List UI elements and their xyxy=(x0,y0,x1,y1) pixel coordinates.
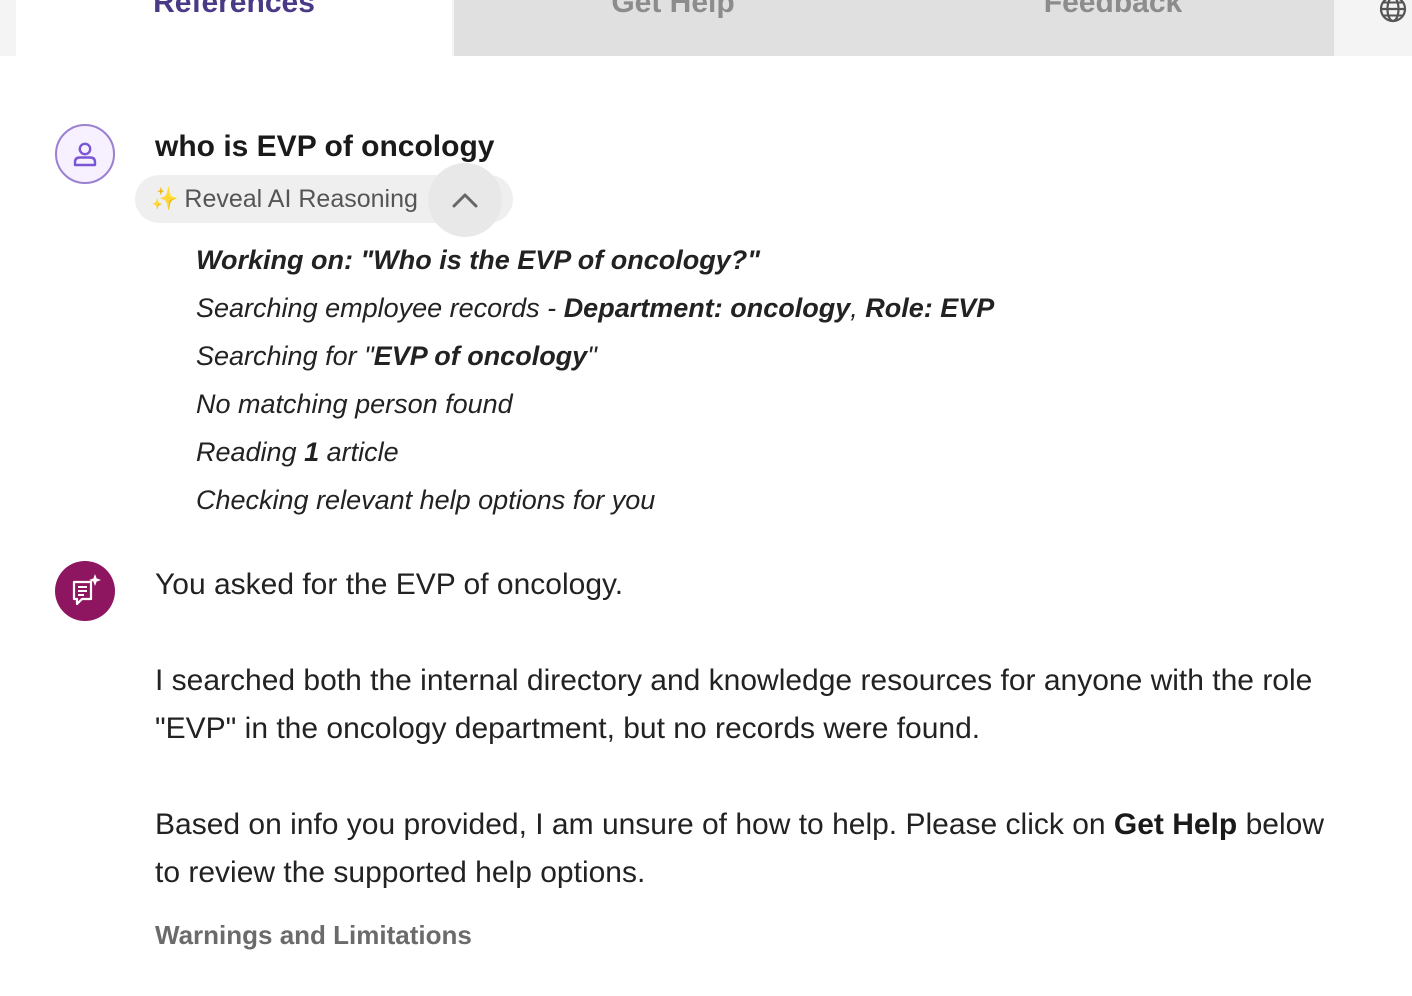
language-button[interactable] xyxy=(1376,0,1410,26)
reasoning-step: Working on: "Who is the EVP of oncology?… xyxy=(196,236,994,284)
ai-chat-icon xyxy=(72,574,101,606)
search-records-separator: , xyxy=(850,293,866,323)
reasoning-step: Searching employee records - Department:… xyxy=(196,284,994,332)
chevron-up-icon xyxy=(452,193,478,208)
globe-icon xyxy=(1379,0,1407,23)
reading-suffix: article xyxy=(319,437,399,467)
user-question: who is EVP of oncology xyxy=(155,130,495,163)
reading-prefix: Reading xyxy=(196,437,305,467)
search-records-department: Department: oncology xyxy=(563,293,851,323)
sparkle-icon: ✨ xyxy=(151,186,179,211)
tab-references[interactable]: References xyxy=(16,0,452,56)
answer-paragraph-2: I searched both the internal directory a… xyxy=(155,664,1313,745)
tab-feedback-label: Feedback xyxy=(1043,0,1183,19)
checking-text: Checking relevant help options for you xyxy=(196,485,656,515)
tab-bar: References Get Help Feedback xyxy=(0,0,1412,56)
tab-references-label: References xyxy=(153,0,315,19)
answer-line-1: You asked for the EVP of oncology. xyxy=(155,568,624,601)
user-icon xyxy=(73,142,97,167)
search-for-suffix: " xyxy=(587,341,597,371)
reasoning-step: Searching for "EVP of oncology" xyxy=(196,332,994,380)
reasoning-steps: Working on: "Who is the EVP of oncology?… xyxy=(196,236,994,524)
assistant-avatar xyxy=(55,561,115,621)
working-on-text: Working on: "Who is the EVP of oncology?… xyxy=(196,245,761,275)
user-avatar xyxy=(55,124,115,184)
reasoning-step: Checking relevant help options for you xyxy=(196,476,994,524)
reveal-reasoning-label: Reveal AI Reasoning xyxy=(184,184,418,213)
get-help-reference: Get Help xyxy=(1113,808,1238,841)
tab-feedback[interactable]: Feedback xyxy=(892,0,1334,56)
collapse-reasoning-button[interactable] xyxy=(428,163,502,237)
chat-page: References Get Help Feedback who is EVP … xyxy=(0,0,1412,996)
search-records-role: Role: EVP xyxy=(865,293,995,323)
warnings-and-limitations[interactable]: Warnings and Limitations xyxy=(155,920,472,951)
tab-get-help[interactable]: Get Help xyxy=(454,0,892,56)
answer-paragraph-3: Based on info you provided, I am unsure … xyxy=(155,801,1355,897)
answer-para3-prefix: Based on info you provided, I am unsure … xyxy=(155,808,1114,841)
reasoning-step: No matching person found xyxy=(196,380,994,428)
search-records-prefix: Searching employee records - xyxy=(196,293,564,323)
tab-get-help-label: Get Help xyxy=(611,0,735,19)
reasoning-step: Reading 1 article xyxy=(196,428,994,476)
reading-count: 1 xyxy=(304,437,320,467)
search-for-term: EVP of oncology xyxy=(373,341,588,371)
assistant-answer: You asked for the EVP of oncology. I sea… xyxy=(155,561,1355,897)
search-for-prefix: Searching for " xyxy=(196,341,374,371)
no-match-text: No matching person found xyxy=(196,389,513,419)
